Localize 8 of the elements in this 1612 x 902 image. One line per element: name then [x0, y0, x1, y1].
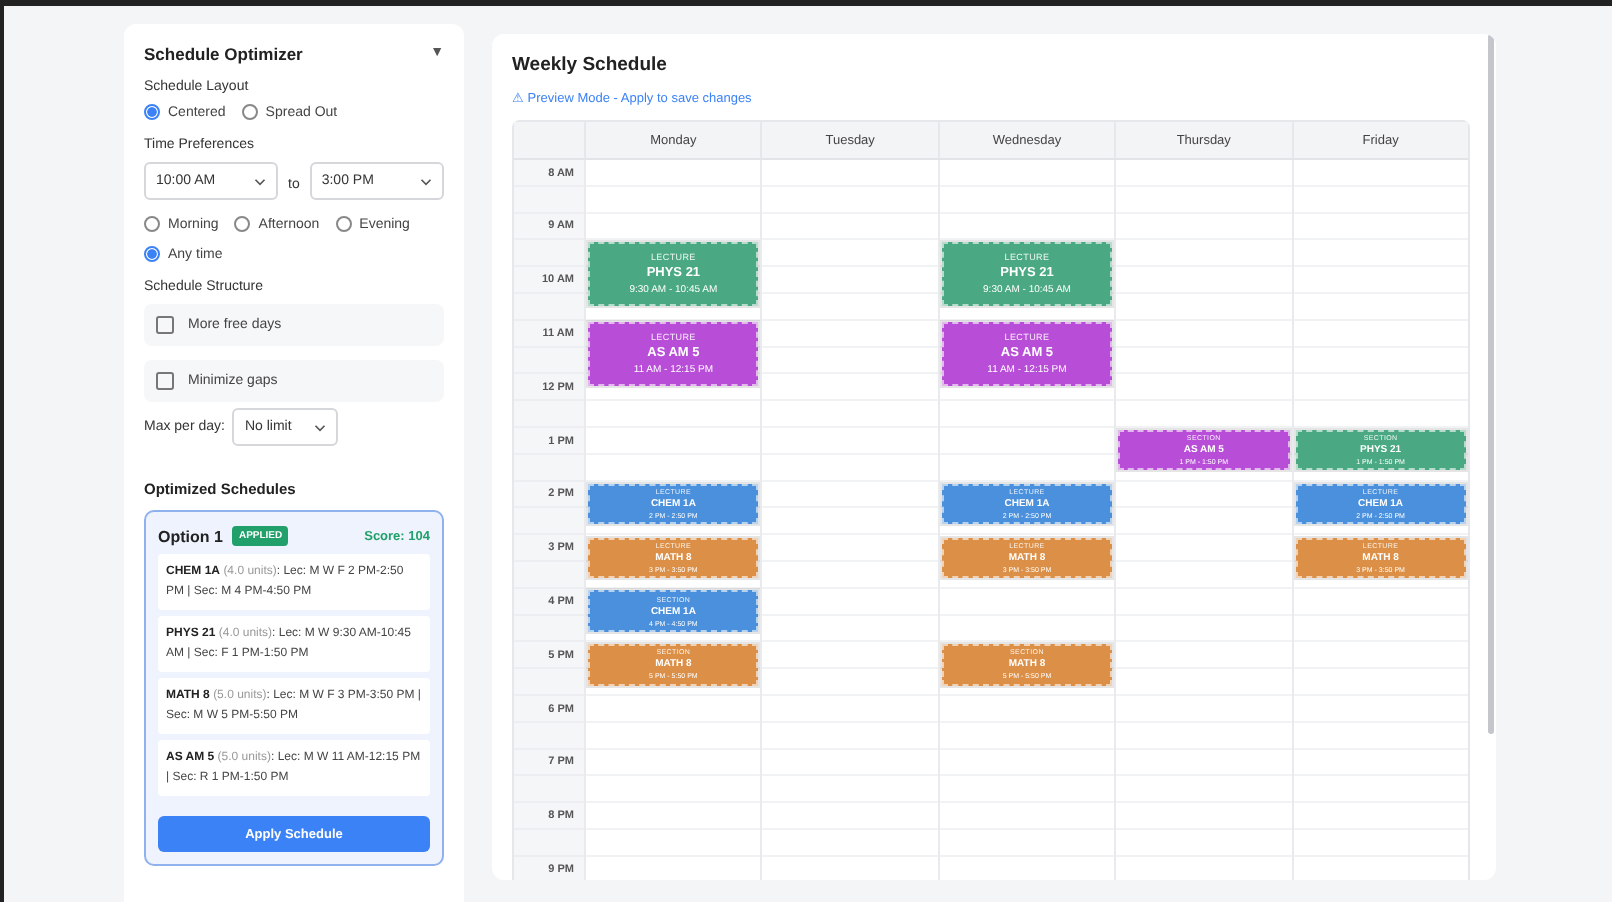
chevron-icon: [314, 423, 327, 431]
option-title: Option 1: [158, 527, 223, 545]
panel-title: Weekly Schedule: [512, 54, 669, 76]
option-card[interactable]: [144, 510, 444, 866]
scrollbar[interactable]: [1488, 34, 1494, 734]
chevron-icon: [254, 177, 266, 185]
panel-title: Schedule Optimizer: [144, 43, 303, 63]
chevron-icon: [419, 177, 432, 185]
